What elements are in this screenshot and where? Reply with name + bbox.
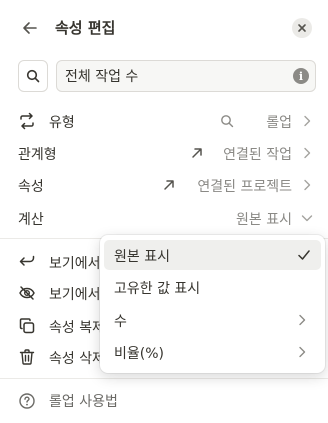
relation-row[interactable]: 관계형 연결된 작업 (0, 137, 328, 169)
return-arrow-icon (19, 255, 35, 266)
property-row[interactable]: 속성 연결된 프로젝트 (0, 169, 328, 201)
dropdown-item-count[interactable]: 수 (104, 305, 321, 335)
help-circle-icon (19, 393, 35, 409)
dropdown-item-show-original[interactable]: 원본 표시 (104, 240, 321, 270)
name-row: i (18, 60, 316, 92)
chevron-down-icon (301, 215, 313, 222)
action-label: 보기에서 (49, 287, 101, 303)
calculate-row[interactable]: 계산 원본 표시 (0, 202, 328, 234)
property-name-input[interactable] (57, 61, 287, 91)
type-row[interactable]: 유형 롤업 (0, 105, 328, 137)
trash-icon (19, 349, 35, 365)
arrow-up-right-icon (164, 180, 174, 190)
eye-off-icon (19, 286, 35, 300)
chevron-right-icon (304, 147, 311, 159)
calculate-dropdown: 원본 표시 고유한 값 표시 수 비율(%) (100, 235, 325, 373)
dropdown-item-label: 고유한 값 표시 (114, 281, 201, 297)
close-button[interactable] (292, 18, 312, 38)
checkmark-icon (298, 250, 310, 260)
help-label: 롤업 사용법 (49, 394, 118, 410)
close-icon (298, 24, 306, 32)
dropdown-item-label: 원본 표시 (114, 249, 170, 265)
action-label: 속성 삭제 (49, 351, 105, 367)
chevron-right-icon (299, 346, 306, 358)
calculate-value: 원본 표시 (236, 212, 292, 228)
arrow-up-right-icon (192, 148, 202, 158)
relation-value: 연결된 작업 (223, 147, 292, 163)
panel-header: 속성 편집 (0, 0, 328, 54)
action-label: 보기에서 (49, 256, 101, 272)
dropdown-item-label: 수 (114, 314, 127, 330)
dropdown-item-label: 비율(%) (114, 346, 164, 362)
dropdown-item-percent[interactable]: 비율(%) (104, 337, 321, 367)
search-icon (221, 115, 234, 128)
duplicate-icon (19, 318, 35, 334)
icon-picker-button[interactable] (18, 60, 48, 92)
type-value: 롤업 (266, 115, 292, 131)
calculate-label: 계산 (18, 212, 44, 228)
info-icon[interactable]: i (293, 68, 309, 84)
back-arrow-icon[interactable] (20, 18, 40, 38)
edit-property-panel: 속성 편집 i 유형 롤업 관계형 연결된 작업 속성 연결된 프로젝트 계산 (0, 0, 328, 423)
dropdown-item-show-unique[interactable]: 고유한 값 표시 (104, 272, 321, 302)
type-label: 유형 (49, 115, 75, 131)
rollup-icon (20, 112, 34, 130)
page-title: 속성 편집 (55, 19, 116, 37)
relation-label: 관계형 (18, 147, 57, 163)
rollup-help-link[interactable]: 롤업 사용법 (0, 386, 328, 416)
chevron-right-icon (304, 179, 311, 191)
property-value: 연결된 프로젝트 (197, 179, 292, 195)
chevron-right-icon (304, 115, 311, 127)
property-name-field: i (56, 60, 316, 92)
divider (0, 378, 328, 379)
chevron-right-icon (299, 314, 306, 326)
action-label: 속성 복제 (49, 320, 105, 336)
property-label: 속성 (18, 179, 44, 195)
search-icon (26, 69, 40, 83)
